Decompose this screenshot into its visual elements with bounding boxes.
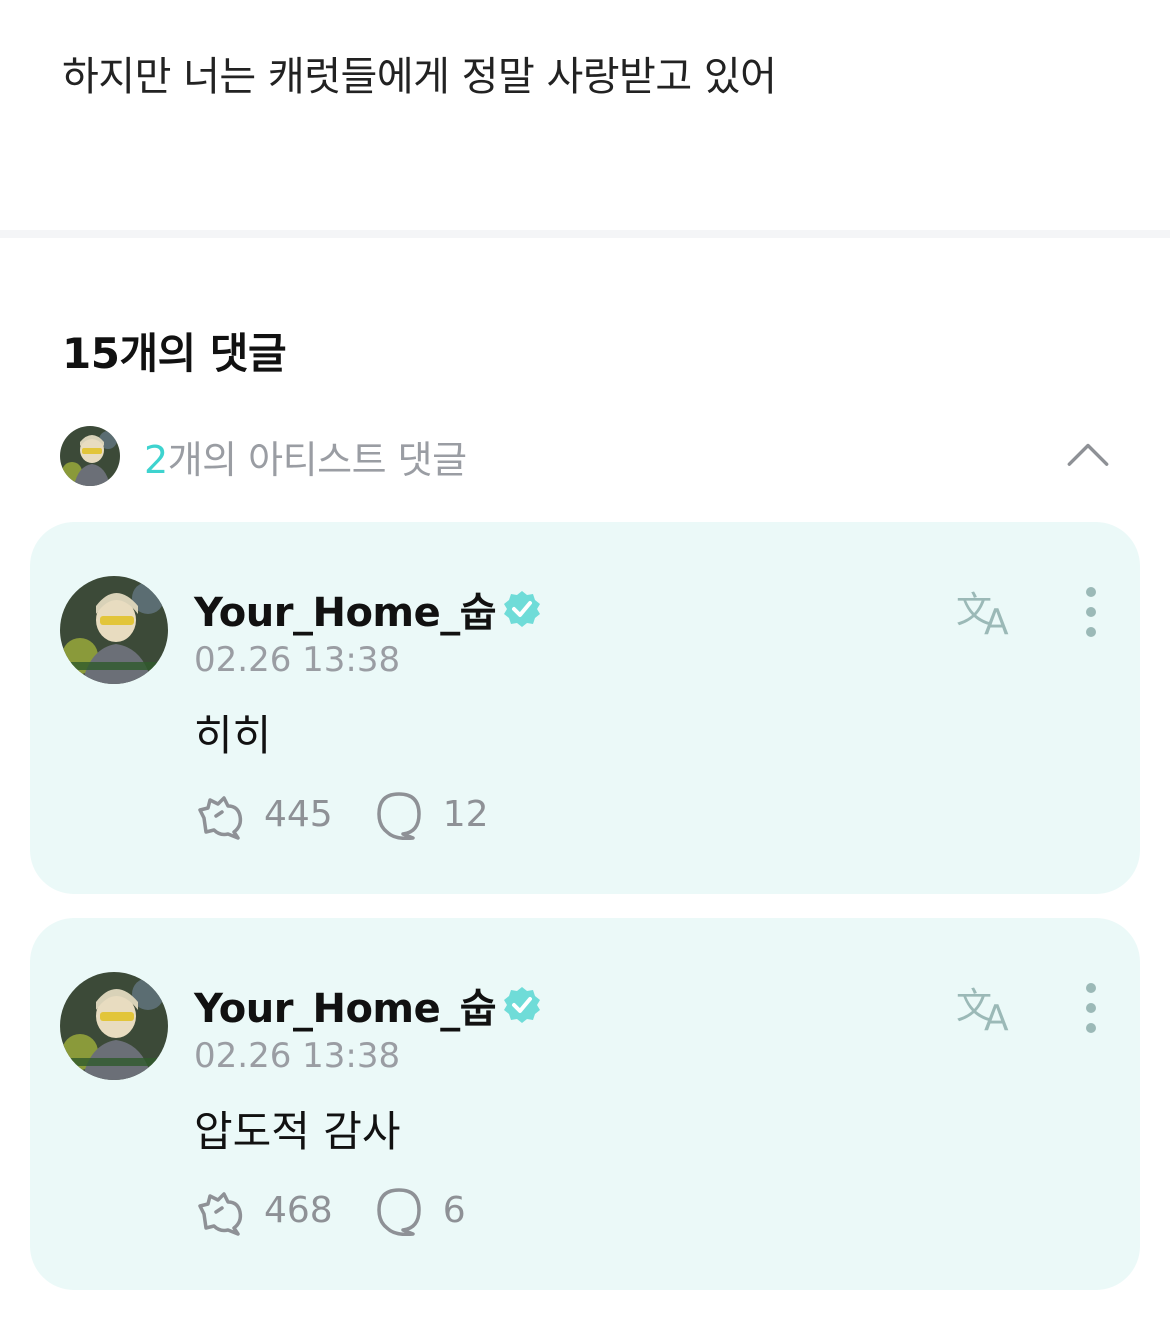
section-divider <box>0 230 1170 238</box>
reply-count: 12 <box>442 793 489 835</box>
username[interactable]: Your_Home_숩 <box>194 976 497 1034</box>
reply-button[interactable]: 12 <box>373 788 489 840</box>
verified-badge-icon <box>504 987 541 1023</box>
svg-text:A: A <box>984 998 1009 1034</box>
comment-timestamp: 02.26 13:38 <box>194 640 401 680</box>
artist-comment-card: Your_Home_숩 02.26 13:38 히히 445 12 文 A <box>30 522 1140 894</box>
like-button[interactable]: 468 <box>194 1184 333 1236</box>
comment-author[interactable]: Your_Home_숩 <box>194 976 542 1034</box>
comment-actions: 445 12 <box>194 788 529 840</box>
svg-text:A: A <box>984 602 1009 638</box>
cheer-icon <box>198 796 243 840</box>
verified-badge-icon <box>504 591 541 627</box>
comment-actions: 468 6 <box>194 1184 506 1236</box>
comment-timestamp: 02.26 13:38 <box>194 1036 401 1076</box>
reply-button[interactable]: 6 <box>373 1184 466 1236</box>
cheer-icon <box>198 1192 243 1236</box>
more-vertical-icon[interactable] <box>1078 584 1104 640</box>
chevron-up-icon[interactable] <box>1060 434 1116 474</box>
artist-avatar <box>60 426 120 486</box>
avatar[interactable] <box>60 576 168 684</box>
translate-icon[interactable]: 文 A <box>956 980 1020 1034</box>
username[interactable]: Your_Home_숩 <box>194 580 497 638</box>
avatar[interactable] <box>60 972 168 1080</box>
more-vertical-icon[interactable] <box>1078 980 1104 1036</box>
artist-comment-card: Your_Home_숩 02.26 13:38 압도적 감사 468 6 文 A <box>30 918 1140 1290</box>
comment-text: 압도적 감사 <box>194 1107 401 1156</box>
comment-text: 히히 <box>194 711 272 760</box>
speech-bubble-icon <box>376 1188 421 1236</box>
comments-count-title: 15개의 댓글 <box>62 329 287 378</box>
translate-icon[interactable]: 文 A <box>956 584 1020 638</box>
speech-bubble-icon <box>376 792 421 840</box>
like-button[interactable]: 445 <box>194 788 333 840</box>
like-count: 468 <box>264 1189 333 1231</box>
artist-comments-label: 2개의 아티스트 댓글 <box>144 437 467 482</box>
artist-comments-toggle[interactable]: 2개의 아티스트 댓글 <box>60 424 1120 488</box>
post-text: 하지만 너는 캐럿들에게 정말 사랑받고 있어 <box>62 54 777 100</box>
like-count: 445 <box>264 793 333 835</box>
comment-author[interactable]: Your_Home_숩 <box>194 580 542 638</box>
reply-count: 6 <box>442 1189 466 1231</box>
